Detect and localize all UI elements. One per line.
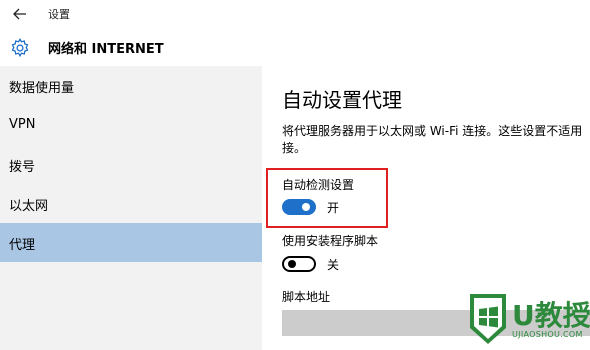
sidebar-item-proxy[interactable]: 代理 xyxy=(0,223,262,262)
sidebar-item-vpn[interactable]: VPN xyxy=(0,106,262,145)
sidebar-item-label: 数据使用量 xyxy=(9,81,75,96)
shield-logo-icon xyxy=(470,294,506,344)
sidebar-item-label: 拨号 xyxy=(9,160,36,175)
toggle-knob xyxy=(288,260,296,268)
page-header: 网络和 INTERNET xyxy=(0,30,590,66)
script-address-label: 脚本地址 xyxy=(282,290,331,304)
gear-icon xyxy=(11,38,29,58)
sidebar: 数据使用量 VPN 拨号 以太网 代理 xyxy=(0,66,262,350)
auto-detect-state: 开 xyxy=(327,201,340,215)
sidebar-item-data-usage[interactable]: 数据使用量 xyxy=(0,66,262,105)
sidebar-item-ethernet[interactable]: 以太网 xyxy=(0,184,262,223)
watermark-logo: U教授 UJIAOSHOU.COM xyxy=(468,292,590,350)
sidebar-item-label: 代理 xyxy=(9,238,36,253)
watermark-url: UJIAOSHOU.COM xyxy=(512,330,583,339)
title-bar: 设置 xyxy=(0,0,590,30)
use-script-toggle[interactable] xyxy=(282,256,316,272)
auto-detect-label: 自动检测设置 xyxy=(282,178,355,192)
page-title: 自动设置代理 xyxy=(282,88,402,112)
back-button[interactable] xyxy=(10,5,30,23)
sidebar-item-label: 以太网 xyxy=(9,199,49,214)
section-header-title: 网络和 INTERNET xyxy=(48,42,164,57)
app-title: 设置 xyxy=(48,8,70,21)
description-line: 接。 xyxy=(282,141,307,155)
description-line: 将代理服务器用于以太网或 Wi-Fi 连接。这些设置不适用 xyxy=(282,124,583,138)
watermark-brand: U教授 xyxy=(512,299,590,332)
sidebar-item-dialup[interactable]: 拨号 xyxy=(0,145,262,184)
sidebar-item-label: VPN xyxy=(9,117,36,132)
use-script-state: 关 xyxy=(327,258,340,272)
use-script-label: 使用安装程序脚本 xyxy=(282,234,379,248)
auto-detect-toggle[interactable] xyxy=(282,199,316,215)
back-arrow-icon xyxy=(13,8,26,20)
description: 将代理服务器用于以太网或 Wi-Fi 连接。这些设置不适用 接。 xyxy=(282,123,590,157)
toggle-knob xyxy=(302,203,310,211)
